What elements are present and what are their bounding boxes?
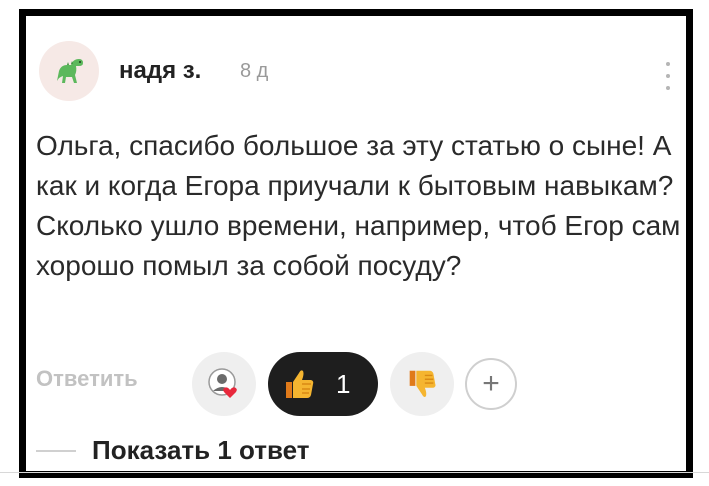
reply-button[interactable]: Ответить — [36, 366, 138, 392]
timestamp: 8 д — [240, 60, 269, 82]
comment-card: надя з. 8 д Ольга, спасибо большое за эт… — [19, 9, 693, 478]
like-count: 1 — [336, 368, 351, 399]
dinosaur-icon — [57, 59, 83, 83]
add-reaction-button[interactable]: + — [465, 358, 517, 410]
user-avatar[interactable] — [39, 41, 99, 101]
comment-body: Ольга, спасибо большое за эту статью о с… — [36, 130, 681, 281]
thumbs-up-icon — [286, 370, 314, 398]
author-name[interactable]: надя з. — [119, 57, 201, 85]
replies-divider — [36, 450, 76, 452]
like-button[interactable]: 1 — [268, 352, 378, 416]
user-heart-icon — [208, 368, 237, 398]
more-options-icon[interactable] — [662, 60, 674, 92]
show-replies-link[interactable]: Показать 1 ответ — [92, 435, 309, 466]
thumbs-down-icon — [409, 370, 436, 397]
reactor-avatar[interactable] — [192, 352, 256, 416]
page-divider — [0, 472, 709, 473]
dislike-button[interactable] — [390, 352, 454, 416]
